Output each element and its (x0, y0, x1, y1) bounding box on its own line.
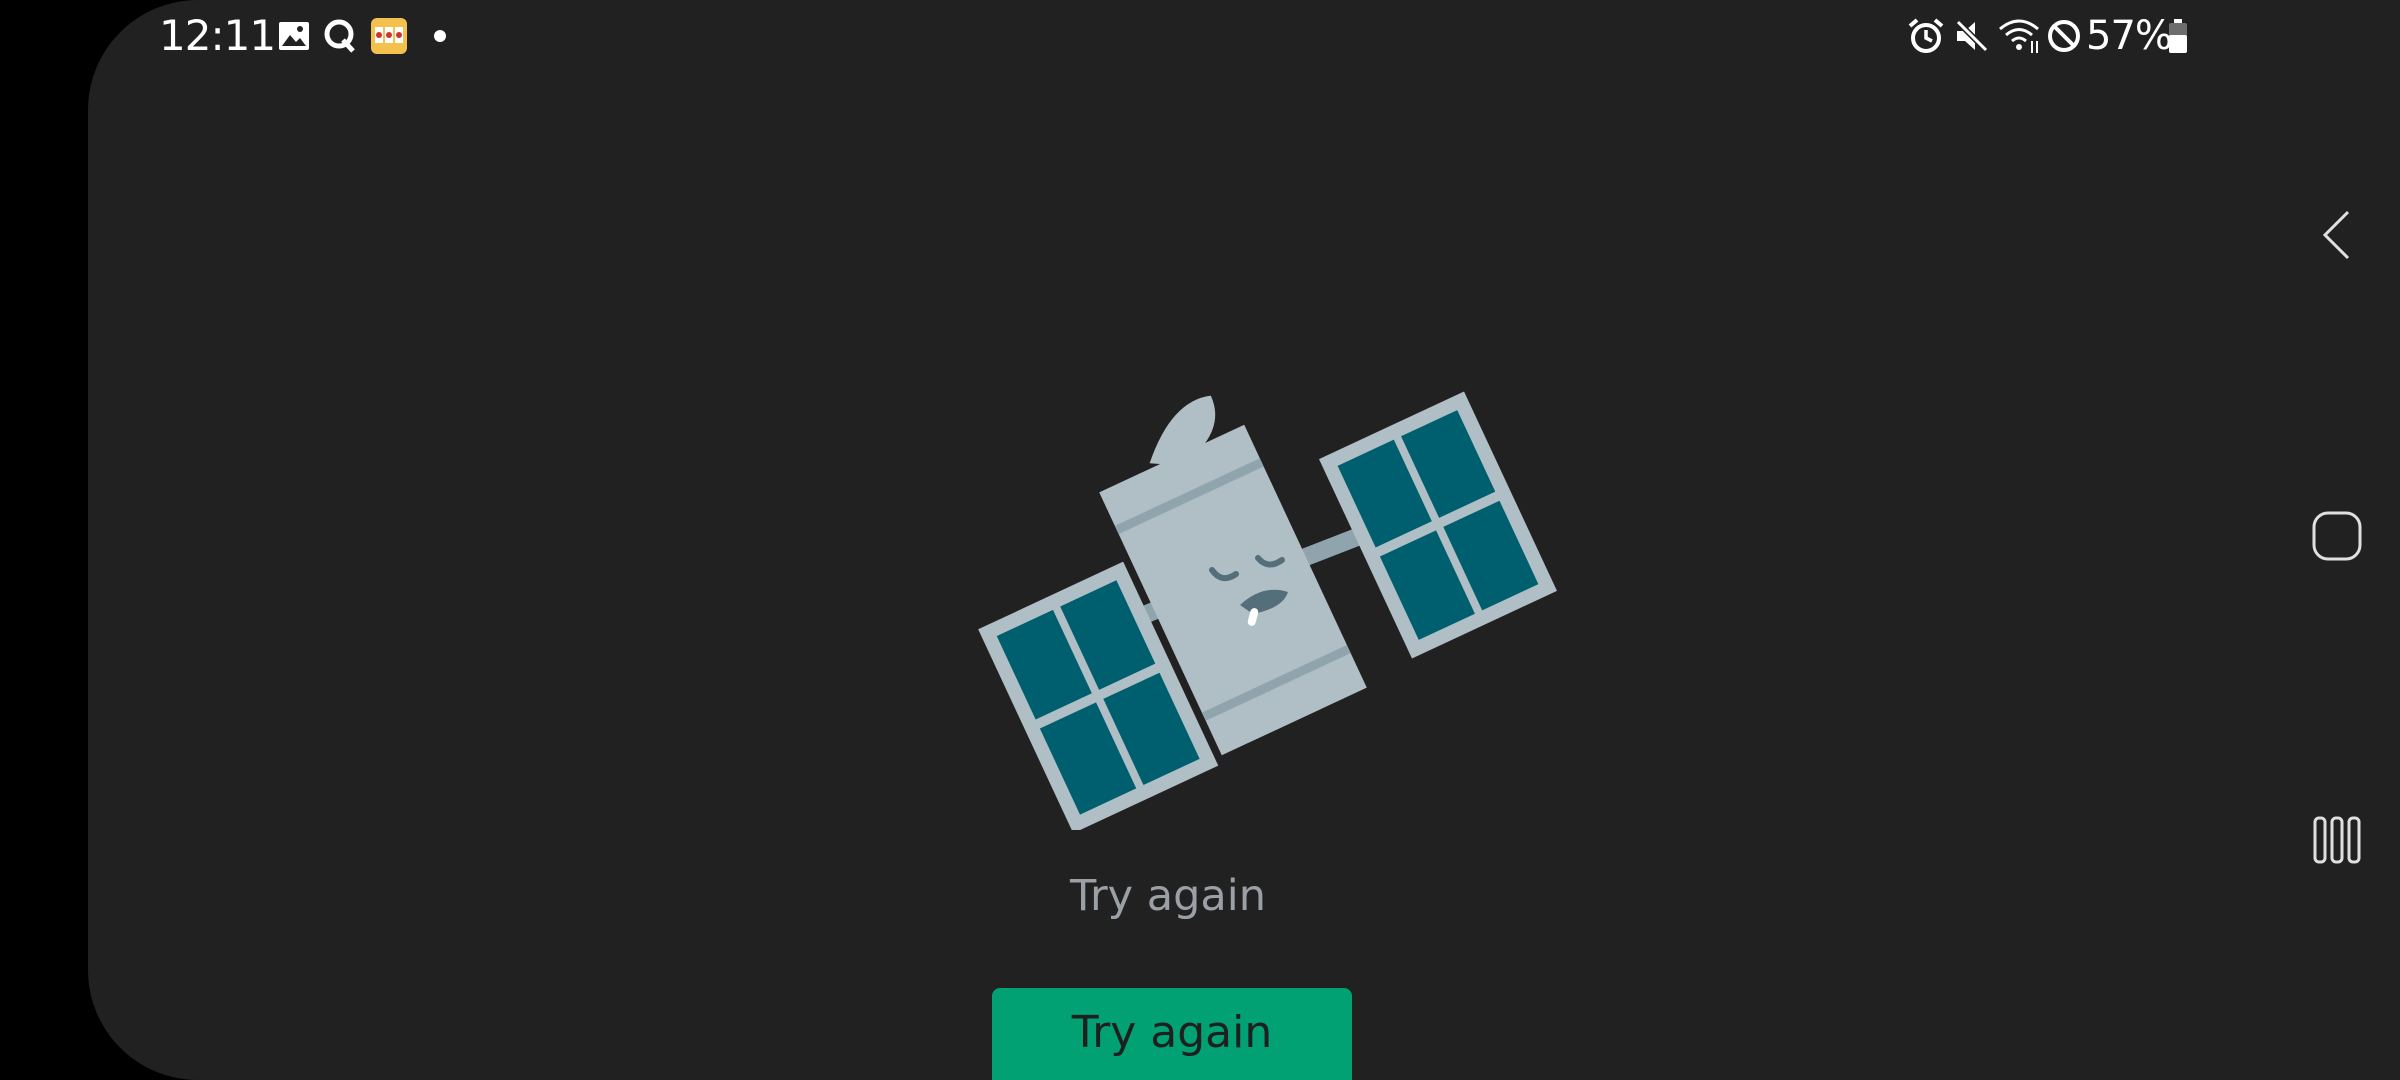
q-app-icon (320, 16, 360, 56)
status-bar: 12:11 57% (88, 0, 2248, 70)
slot-game-icon (369, 16, 409, 56)
battery-percent: 57% (2086, 13, 2173, 59)
mute-icon (1950, 16, 1994, 56)
try-again-button[interactable]: Try again (992, 988, 1352, 1080)
alarm-icon (1904, 16, 1948, 56)
home-icon[interactable] (2302, 506, 2372, 566)
error-message: Try again (1070, 871, 1266, 921)
back-icon[interactable] (2312, 200, 2362, 270)
wifi-icon (1996, 16, 2042, 56)
recent-apps-icon[interactable] (2306, 810, 2368, 870)
status-time: 12:11 (159, 11, 276, 60)
gallery-icon (274, 16, 314, 56)
app-screen: 12:11 57% Try again Try again (88, 0, 2248, 1080)
do-not-disturb-icon (2044, 16, 2084, 56)
right-solar-panel (1319, 391, 1557, 659)
battery-icon (2165, 16, 2191, 56)
notification-dot-icon (428, 16, 452, 56)
sleeping-satellite-illustration (878, 370, 1568, 834)
navigation-bar (2248, 0, 2400, 1080)
